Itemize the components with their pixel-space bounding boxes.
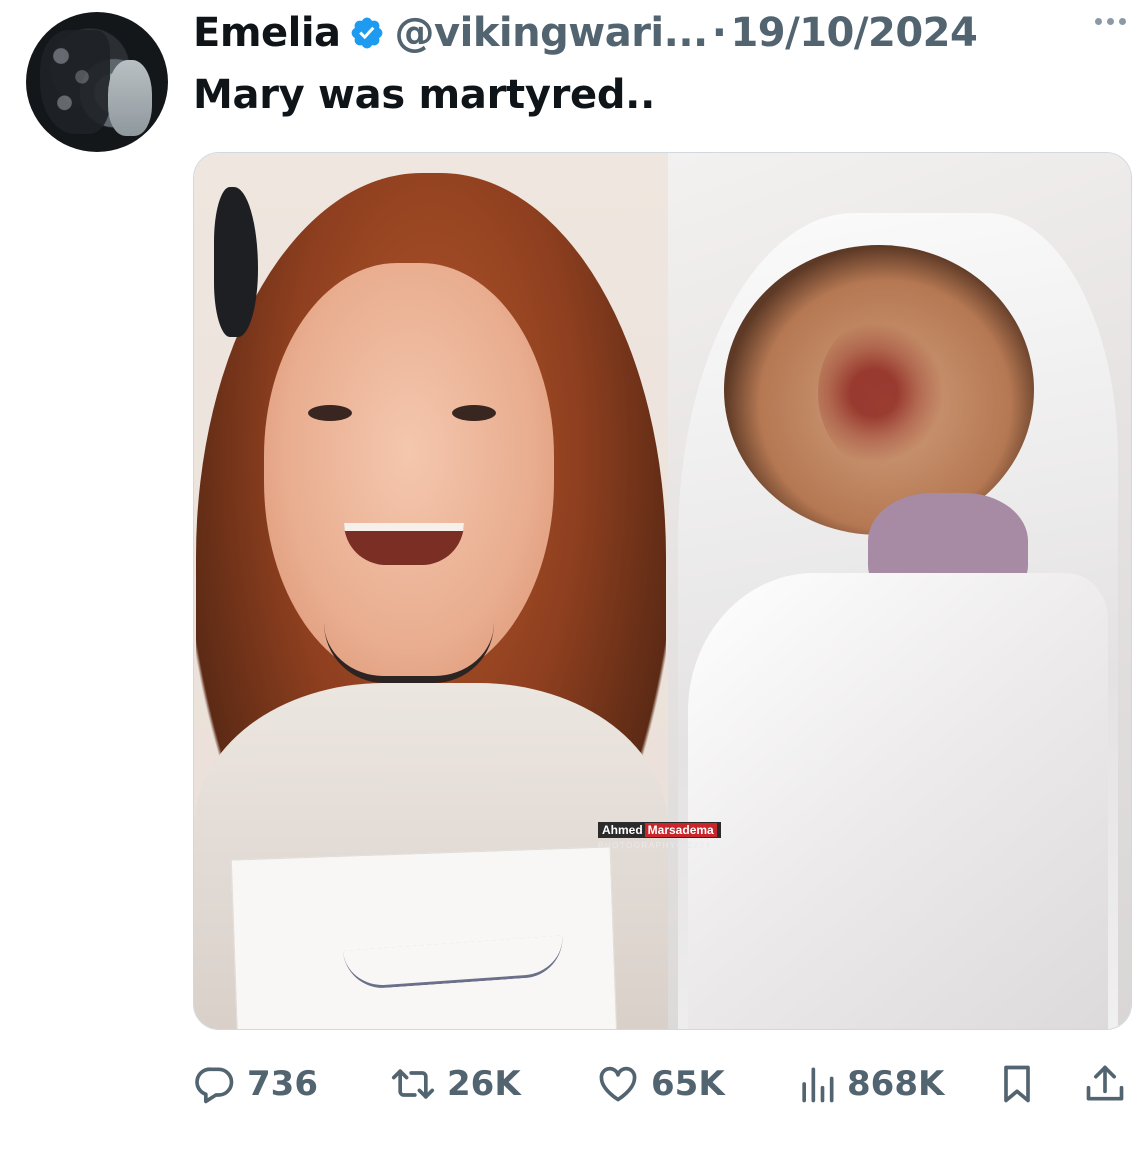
views-icon [797,1062,837,1106]
share-icon [1083,1062,1127,1106]
tweet-media[interactable]: Ahmed Marsadema PHOTOGRAPHY© 2024 [193,152,1132,1030]
action-bar: 736 26K 65K 868K [193,1056,1132,1112]
like-icon [595,1062,641,1106]
like-count: 65K [651,1064,725,1104]
tweet: Emelia @vikingwari... · 19/10/2024 Mary … [0,0,1132,1156]
avatar[interactable] [26,12,168,152]
avatar-ornament [40,30,110,134]
like-button[interactable]: 65K [595,1056,725,1112]
reply-icon [193,1062,237,1106]
photo-watermark: Ahmed Marsadema PHOTOGRAPHY© 2024 [598,821,721,850]
verified-badge-icon [349,15,385,51]
views-button[interactable]: 868K [797,1056,944,1112]
watermark-name: Ahmed [602,823,643,837]
tweet-header: Emelia @vikingwari... · 19/10/2024 [193,6,978,60]
author-handle[interactable]: @vikingwari... [395,10,709,56]
avatar-face [108,60,152,136]
retweet-count: 26K [447,1064,521,1104]
tweet-date[interactable]: 19/10/2024 [730,10,977,56]
watermark-sub: PHOTOGRAPHY© 2024 [598,841,712,850]
media-photo-left[interactable] [194,153,668,1029]
author-name[interactable]: Emelia [193,10,341,56]
tweet-text: Mary was martyred.. [193,72,655,118]
separator-dot: · [711,10,727,56]
more-icon[interactable] [1095,18,1126,25]
retweet-button[interactable]: 26K [389,1056,521,1112]
watermark-surname: Marsadema [644,823,717,837]
reply-button[interactable]: 736 [193,1056,318,1112]
views-count: 868K [847,1064,945,1104]
bookmark-icon [997,1062,1037,1106]
bookmark-button[interactable] [997,1056,1037,1112]
share-button[interactable] [1083,1056,1127,1112]
media-photo-right[interactable] [668,153,1131,1029]
reply-count: 736 [247,1064,318,1104]
retweet-icon [389,1062,437,1106]
